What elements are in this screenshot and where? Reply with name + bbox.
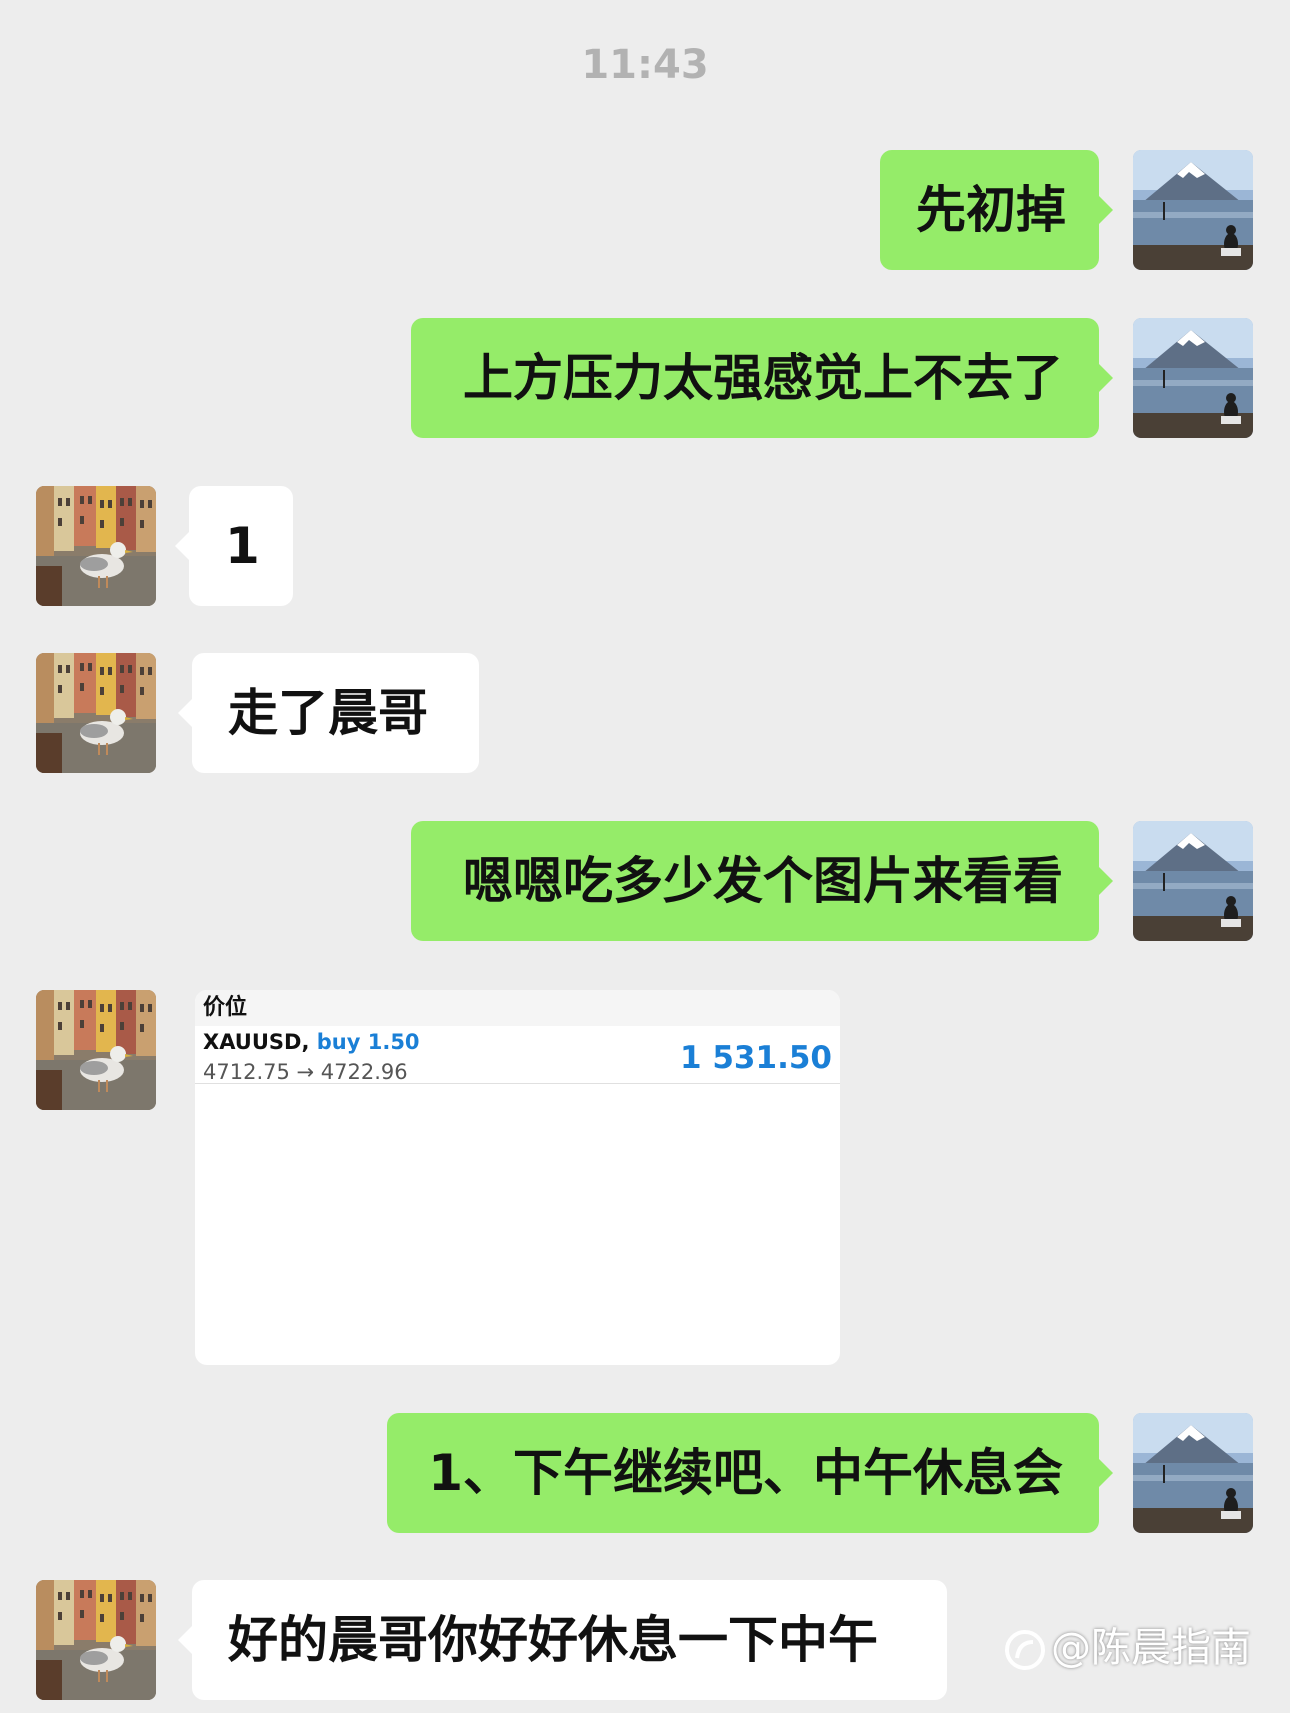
side-volume-text: buy 1.50 xyxy=(316,1030,420,1054)
card-header: 价位 xyxy=(195,990,840,1026)
message-bubble-outgoing[interactable]: 嗯嗯吃多少发个图片来看看 xyxy=(411,821,1113,941)
platform-logo-icon xyxy=(1003,1628,1047,1672)
message-bubble-incoming[interactable]: 1 xyxy=(175,486,293,606)
watermark: @陈晨指南 xyxy=(1003,1615,1251,1673)
message-bubble-incoming[interactable]: 走了晨哥 xyxy=(178,653,479,773)
price-range: 4712.75 → 4722.96 xyxy=(203,1060,408,1084)
position-row: XAUUSD, buy 1.50 4712.75 → 4722.96 1 531… xyxy=(195,1026,840,1084)
contact-avatar-icon[interactable] xyxy=(36,486,156,606)
trade-screenshot-image[interactable]: 价位 XAUUSD, buy 1.50 4712.75 → 4722.96 1 … xyxy=(195,990,840,1365)
self-avatar-icon[interactable] xyxy=(1133,1413,1253,1533)
self-avatar-icon[interactable] xyxy=(1133,821,1253,941)
contact-avatar-icon[interactable] xyxy=(36,990,156,1110)
contact-avatar-icon[interactable] xyxy=(36,653,156,773)
timestamp: 11:43 xyxy=(581,42,709,88)
message-bubble-outgoing[interactable]: 1、下午继续吧、中午休息会 xyxy=(387,1413,1113,1533)
message-bubble-outgoing[interactable]: 先初掉 xyxy=(880,150,1113,270)
self-avatar-icon[interactable] xyxy=(1133,150,1253,270)
message-bubble-incoming[interactable]: 好的晨哥你好好休息一下中午 xyxy=(178,1580,947,1700)
contact-avatar-icon[interactable] xyxy=(36,1580,156,1700)
watermark-text: @陈晨指南 xyxy=(1051,1625,1251,1671)
profit-value: 1 531.50 xyxy=(680,1040,832,1076)
position-symbol: XAUUSD, buy 1.50 xyxy=(203,1030,420,1054)
symbol-text: XAUUSD, xyxy=(203,1030,310,1054)
message-bubble-outgoing[interactable]: 上方压力太强感觉上不去了 xyxy=(411,318,1113,438)
self-avatar-icon[interactable] xyxy=(1133,318,1253,438)
